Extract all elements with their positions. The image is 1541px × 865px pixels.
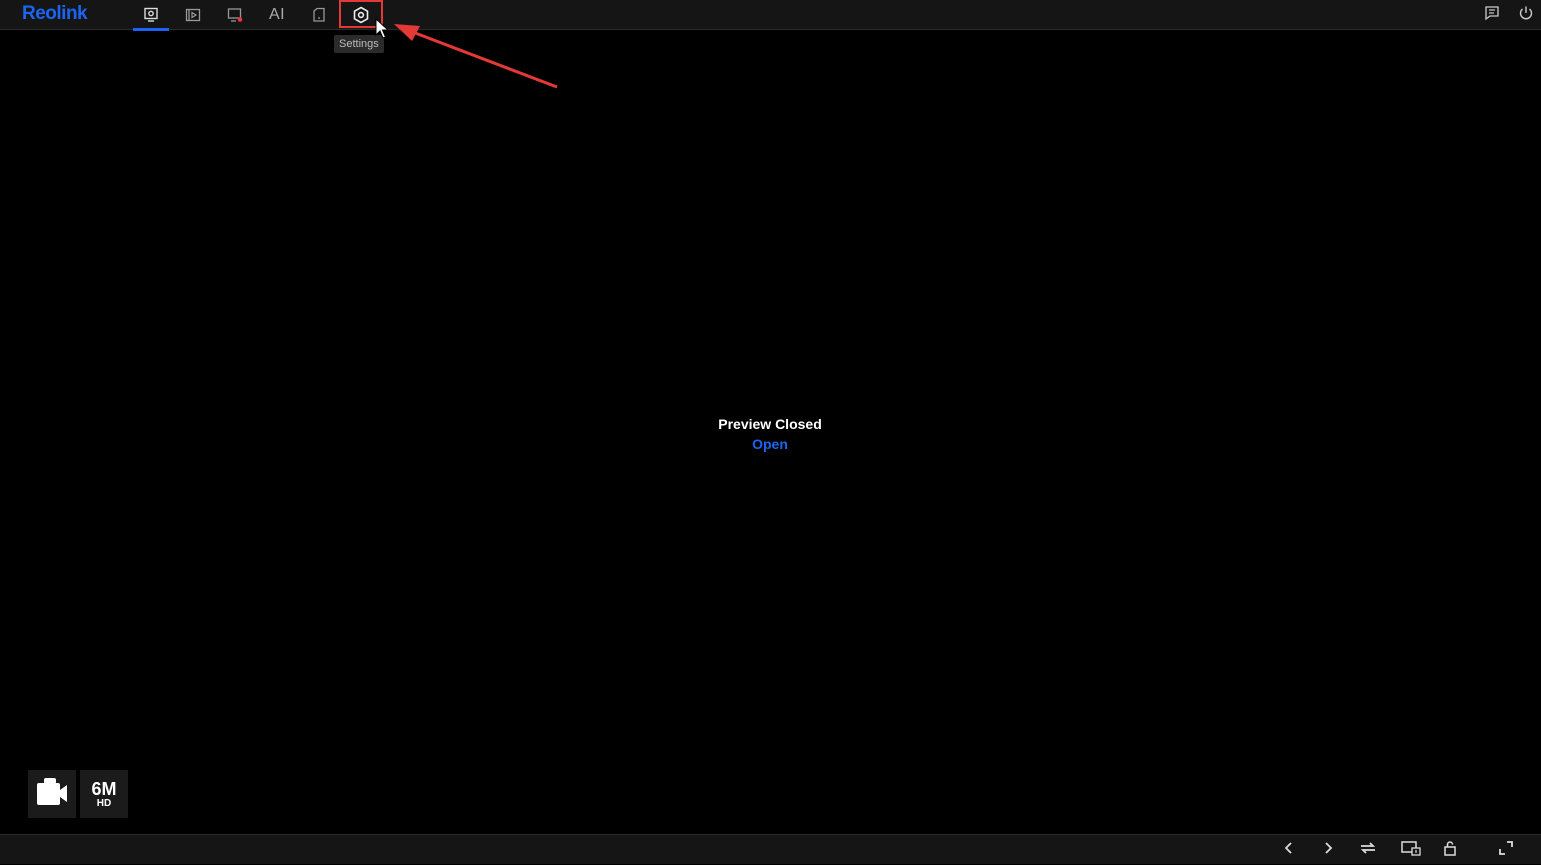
device-icon: [311, 7, 327, 23]
device-button[interactable]: [301, 0, 337, 30]
layout-button[interactable]: [1396, 835, 1426, 865]
previous-button[interactable]: [1274, 835, 1304, 865]
reolink-logo: Reolink: [22, 3, 88, 24]
open-preview-link[interactable]: Open: [752, 434, 788, 454]
unlock-icon: [1443, 840, 1457, 861]
alarm-button[interactable]: [217, 0, 253, 30]
alarm-screen-icon: [227, 7, 243, 23]
camera-monitor-icon: [143, 7, 159, 23]
resolution-sub: HD: [96, 797, 112, 809]
preview-panel: Preview Closed Open: [570, 414, 970, 454]
resolution-main: 6M: [91, 778, 117, 799]
ai-label: AI: [268, 6, 286, 23]
camera-badge: [28, 770, 76, 818]
playback-button[interactable]: [175, 0, 211, 30]
message-icon: [1484, 5, 1500, 26]
next-button[interactable]: [1313, 835, 1343, 865]
fullscreen-button[interactable]: [1491, 835, 1521, 865]
top-toolbar: Reolink AI: [0, 0, 1541, 31]
chevron-left-icon: [1282, 841, 1296, 860]
ai-button[interactable]: AI: [259, 0, 295, 30]
lock-button[interactable]: [1435, 835, 1465, 865]
power-button[interactable]: [1511, 0, 1541, 30]
screen-layout-icon: [1401, 840, 1421, 861]
video-camera-icon: [34, 777, 70, 812]
switch-stream-button[interactable]: [1353, 835, 1383, 865]
playback-icon: [185, 7, 201, 23]
live-view-button[interactable]: [133, 0, 169, 31]
settings-tooltip: Settings: [334, 35, 384, 53]
gear-icon: [352, 6, 370, 24]
fullscreen-icon: [1499, 840, 1513, 860]
preview-status-text: Preview Closed: [718, 416, 822, 432]
bottom-toolbar: [0, 834, 1541, 864]
messages-button[interactable]: [1477, 0, 1507, 30]
settings-button[interactable]: [343, 0, 379, 30]
resolution-badge: 6M HD: [80, 770, 128, 818]
chevron-right-icon: [1321, 841, 1335, 860]
power-icon: [1518, 5, 1534, 26]
swap-icon: [1359, 840, 1377, 861]
